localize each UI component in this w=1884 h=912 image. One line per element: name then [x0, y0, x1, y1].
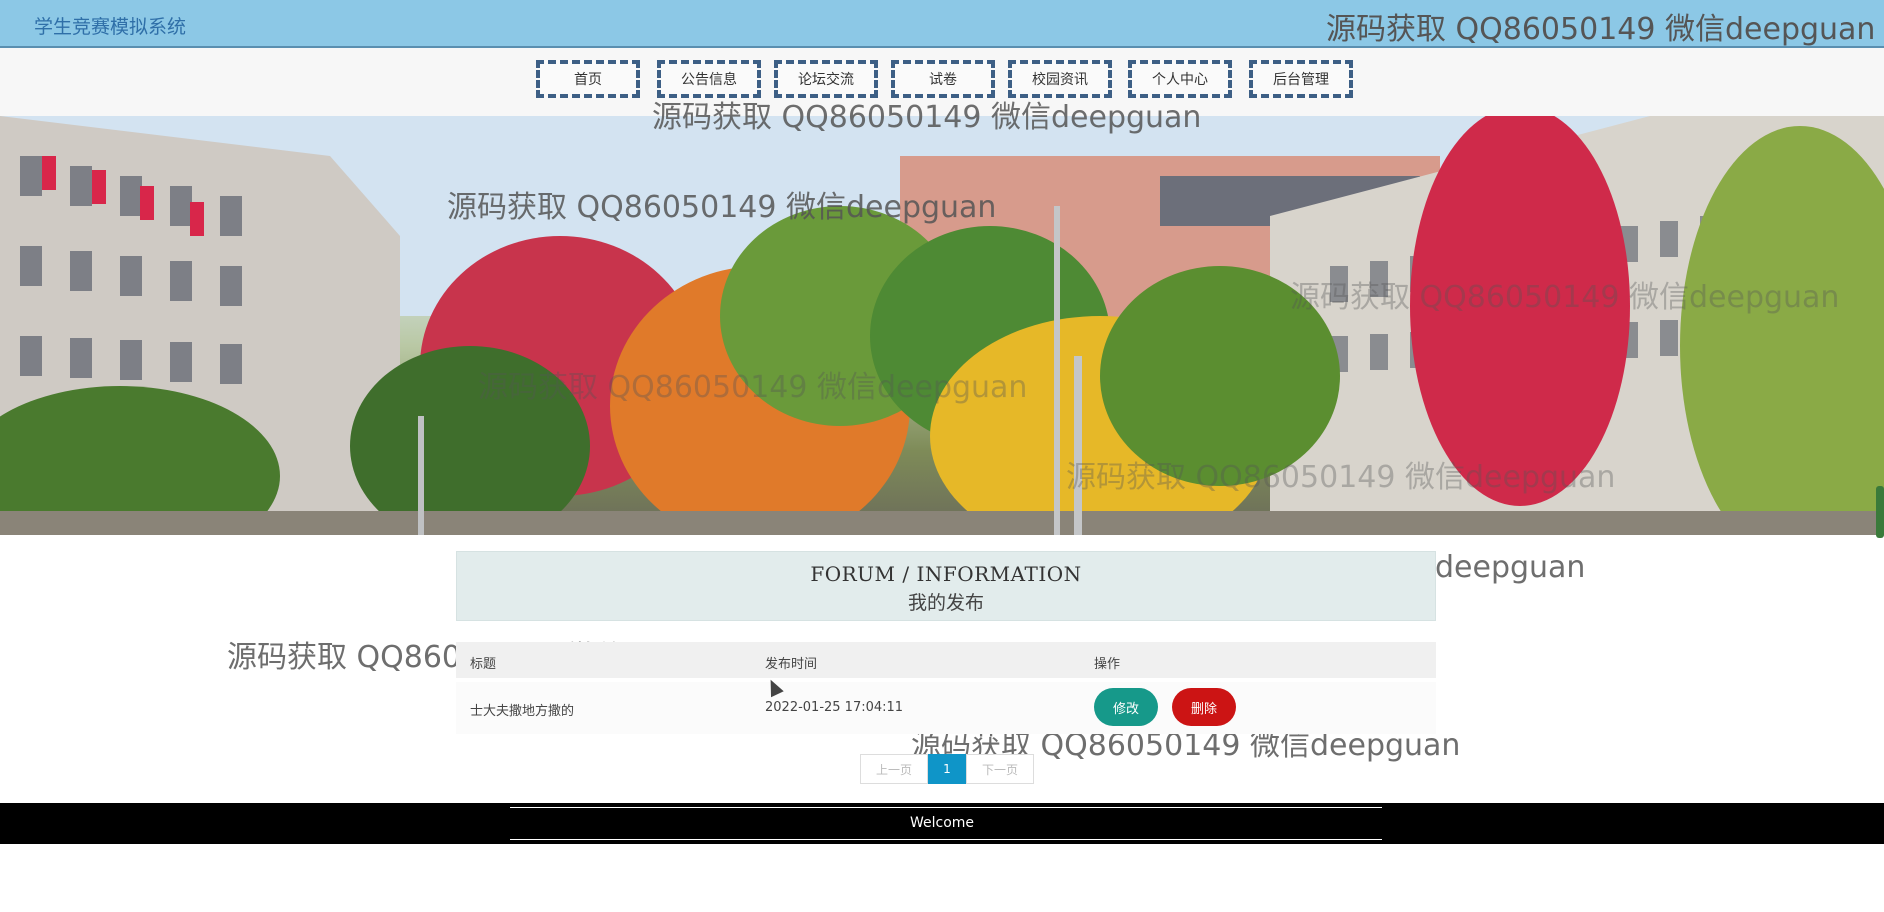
- section-title-en: FORUM / INFORMATION: [810, 562, 1082, 586]
- edit-button[interactable]: 修改: [1094, 688, 1158, 726]
- site-title[interactable]: 学生竞赛模拟系统: [34, 12, 186, 39]
- column-header-actions: 操作: [1094, 657, 1121, 672]
- footer-divider-bottom: [510, 839, 1382, 840]
- nav-item-home[interactable]: 首页: [536, 60, 640, 98]
- pagination-current-page[interactable]: 1: [928, 754, 966, 784]
- row-title[interactable]: 士大夫撒地方撒的: [470, 700, 574, 719]
- row-time: 2022-01-25 17:04:11: [765, 700, 904, 715]
- watermark-text: 源码获取 QQ86050149 微信deepguan: [652, 100, 1202, 135]
- footer: Welcome: [0, 803, 1884, 844]
- top-bar: 学生竞赛模拟系统 源码获取 QQ86050149 微信deepguan: [0, 0, 1884, 48]
- watermark-text: 源码获取 QQ86050149 微信deepguan: [1290, 280, 1840, 315]
- nav-item-admin[interactable]: 后台管理: [1249, 60, 1353, 98]
- column-header-time: 发布时间: [765, 657, 818, 672]
- watermark-text: 源码获取 QQ86050149 微信deepguan: [447, 190, 997, 225]
- watermark-text: 源码获取 QQ86050149 微信deepguan: [1326, 12, 1876, 47]
- footer-text: Welcome: [909, 815, 975, 831]
- footer-divider-top: [510, 807, 1382, 808]
- pagination-prev-button[interactable]: 上一页: [860, 754, 928, 784]
- section-header: FORUM / INFORMATION 我的发布: [456, 551, 1436, 621]
- table-header: 标题 发布时间 操作: [456, 642, 1436, 678]
- watermark-text: 源码获取 QQ86050149 微信deepguan: [1066, 460, 1616, 495]
- section-title-zh: 我的发布: [907, 592, 984, 614]
- pagination: 上一页 1 下一页: [860, 754, 1034, 784]
- watermark-text: 源码获取 QQ86050149 微信deepguan: [478, 370, 1028, 405]
- pagination-next-button[interactable]: 下一页: [966, 754, 1034, 784]
- scrollbar-thumb[interactable]: [1876, 486, 1884, 538]
- column-header-title: 标题: [470, 657, 497, 672]
- table-row: 士大夫撒地方撒的 2022-01-25 17:04:11 修改 删除: [456, 682, 1436, 734]
- delete-button[interactable]: 删除: [1172, 688, 1236, 726]
